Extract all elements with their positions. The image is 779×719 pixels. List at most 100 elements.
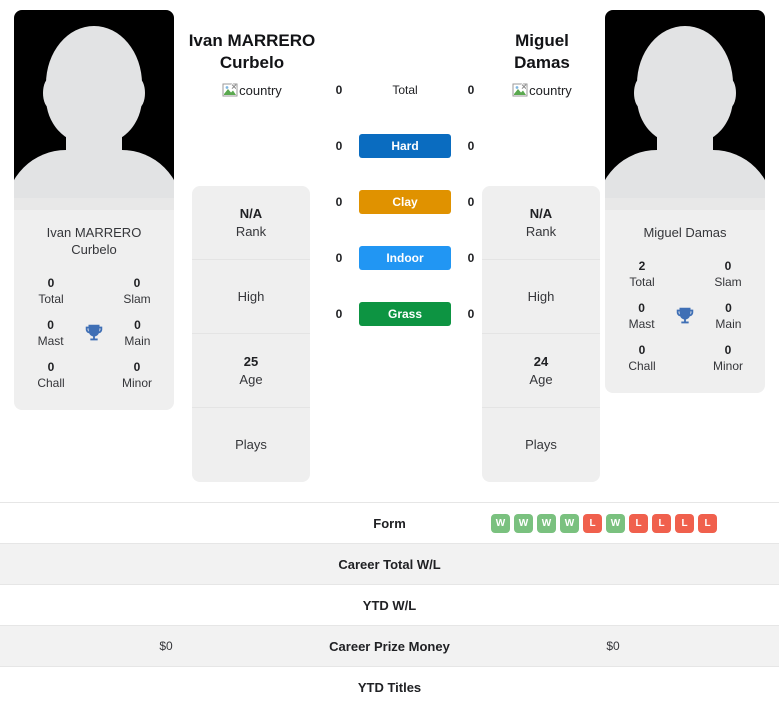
card-name-line2: Curbelo (71, 242, 117, 257)
surface-row-clay: 0 Clay 0 (330, 174, 480, 230)
titles-row-mast-main: 0 Mast 0 Main (611, 295, 759, 337)
surface-badge-hard[interactable]: Hard (359, 134, 451, 158)
stat-main-left: 0 Main (124, 318, 151, 348)
country-alt-text: country (529, 82, 572, 98)
surface-row-grass: 0 Grass 0 (330, 286, 480, 342)
player-heading-right: Miguel Damas country (467, 30, 617, 98)
career-prize-money-right: $0 (606, 639, 620, 653)
stat-minor-left: 0 Minor (121, 360, 152, 390)
form-badge-win[interactable]: W (491, 513, 510, 533)
stat-mast-right: 0 Mast (628, 301, 655, 331)
form-badge-list: WWWWLWLLLL (489, 513, 737, 533)
avatar-ear-right (131, 78, 145, 108)
broken-image-icon (222, 82, 238, 98)
avatar-ear-left (634, 78, 648, 108)
ytd-titles-label: YTD Titles (357, 679, 422, 695)
stat-total-left: 0 Total (38, 276, 64, 306)
titles-row-chall-minor: 0 Chall 0 Minor (611, 337, 759, 379)
info-cell-high-left: High (192, 260, 310, 334)
surface-left-value: 0 (335, 251, 343, 265)
stat-chall-right: 0 Chall (628, 343, 656, 373)
stat-chall-left: 0 Chall (37, 360, 65, 390)
career-prize-money-label: Career Prize Money (329, 638, 450, 654)
table-row-ytd-wl: YTD W/L (0, 584, 779, 625)
stat-mast-left: 0 Mast (37, 318, 64, 348)
surface-right-value: 0 (467, 83, 475, 97)
player-card-name-left: Ivan MARRERO Curbelo (14, 210, 174, 270)
surface-right-value: 0 (467, 307, 475, 321)
stat-slam-left: 0 Slam (123, 276, 151, 306)
form-right-values: WWWWLWLLLL (489, 513, 779, 533)
country-alt-text: country (239, 82, 282, 98)
form-label: Form (373, 515, 406, 531)
info-cell-rank-left: N/A Rank (192, 186, 310, 260)
stat-total-right: 2 Total (629, 259, 655, 289)
avatar-ear-left (43, 78, 57, 108)
info-cell-age-right: 24 Age (482, 334, 600, 408)
titles-row-total-slam: 0 Total 0 Slam (20, 270, 168, 312)
surface-badge-grass[interactable]: Grass (359, 302, 451, 326)
ytd-wl-label: YTD W/L (362, 597, 417, 613)
stat-slam-right: 0 Slam (714, 259, 742, 289)
surface-row-total: 0 Total 0 (330, 62, 480, 118)
career-prize-money-left: $0 (159, 639, 173, 653)
stat-main-right: 0 Main (715, 301, 742, 331)
comparison-table: Form WWWWLWLLLL Career Total W/L YTD W/L… (0, 502, 779, 707)
avatar-bottom-fade (605, 198, 765, 210)
player-avatar-right (605, 10, 765, 210)
info-cell-plays-left: Plays (235, 437, 267, 452)
country-flag-right: country (467, 82, 617, 98)
info-cell-plays-right: Plays (525, 437, 557, 452)
info-cell-age-left: 25 Age (192, 334, 310, 408)
avatar-head-shape (46, 26, 142, 144)
trophy-icon (672, 303, 698, 329)
form-badge-loss[interactable]: L (698, 513, 717, 533)
titles-grid-left: 0 Total 0 Slam 0 Mast 0 Main 0 Chall 0 M… (14, 270, 174, 410)
form-badge-win[interactable]: W (606, 513, 625, 533)
player-info-column-right: N/A Rank High 24 Age Plays (482, 186, 600, 482)
surface-right-value: 0 (467, 195, 475, 209)
stat-minor-right: 0 Minor (712, 343, 743, 373)
player-comparison-area: Ivan MARRERO Curbelo 0 Total 0 Slam 0 Ma… (0, 0, 779, 496)
country-flag-left: country (177, 82, 327, 98)
surface-left-value: 0 (335, 139, 343, 153)
titles-row-total-slam: 2 Total 0 Slam (611, 253, 759, 295)
avatar-ear-right (722, 78, 736, 108)
broken-image-icon (512, 82, 528, 98)
player-name-line2: Curbelo (219, 53, 285, 72)
table-row-career-prize-money: $0 Career Prize Money $0 (0, 625, 779, 666)
surface-row-indoor: 0 Indoor 0 (330, 230, 480, 286)
career-total-wl-label: Career Total W/L (338, 556, 441, 572)
player-card-right[interactable]: Miguel Damas 2 Total 0 Slam 0 Mast 0 Mai… (605, 10, 765, 393)
trophy-icon (81, 320, 107, 346)
surface-badge-indoor[interactable]: Indoor (359, 246, 451, 270)
surface-left-value: 0 (335, 83, 343, 97)
table-row-ytd-titles: YTD Titles (0, 666, 779, 707)
surface-left-value: 0 (335, 307, 343, 321)
info-cell-rank-right: N/A Rank (482, 186, 600, 260)
surface-badge-clay[interactable]: Clay (359, 190, 451, 214)
player-heading-left: Ivan MARRERO Curbelo country (177, 30, 327, 98)
avatar-head-shape (637, 26, 733, 144)
form-badge-win[interactable]: W (560, 513, 579, 533)
surface-badge-total: Total (392, 83, 418, 97)
form-badge-loss[interactable]: L (629, 513, 648, 533)
form-badge-loss[interactable]: L (675, 513, 694, 533)
titles-grid-right: 2 Total 0 Slam 0 Mast 0 Main 0 Chall 0 M… (605, 253, 765, 393)
info-cell-high-right: High (482, 260, 600, 334)
form-badge-loss[interactable]: L (652, 513, 671, 533)
player-name-line1: Miguel (515, 31, 569, 50)
table-row-career-total-wl: Career Total W/L (0, 543, 779, 584)
avatar-bottom-fade (14, 198, 174, 210)
player-card-left[interactable]: Ivan MARRERO Curbelo 0 Total 0 Slam 0 Ma… (14, 10, 174, 410)
surface-row-hard: 0 Hard 0 (330, 118, 480, 174)
card-name-line1: Ivan MARRERO (46, 225, 142, 240)
form-badge-win[interactable]: W (514, 513, 533, 533)
player-info-column-left: N/A Rank High 25 Age Plays (192, 186, 310, 482)
form-badge-win[interactable]: W (537, 513, 556, 533)
surface-left-value: 0 (335, 195, 343, 209)
surface-stats-stack: 0 Total 0 0 Hard 0 0 Clay 0 0 Indoor 0 0 Grass 0 (330, 62, 480, 342)
form-badge-loss[interactable]: L (583, 513, 602, 533)
surface-right-value: 0 (467, 139, 475, 153)
player-card-name-right: Miguel Damas (605, 210, 765, 253)
